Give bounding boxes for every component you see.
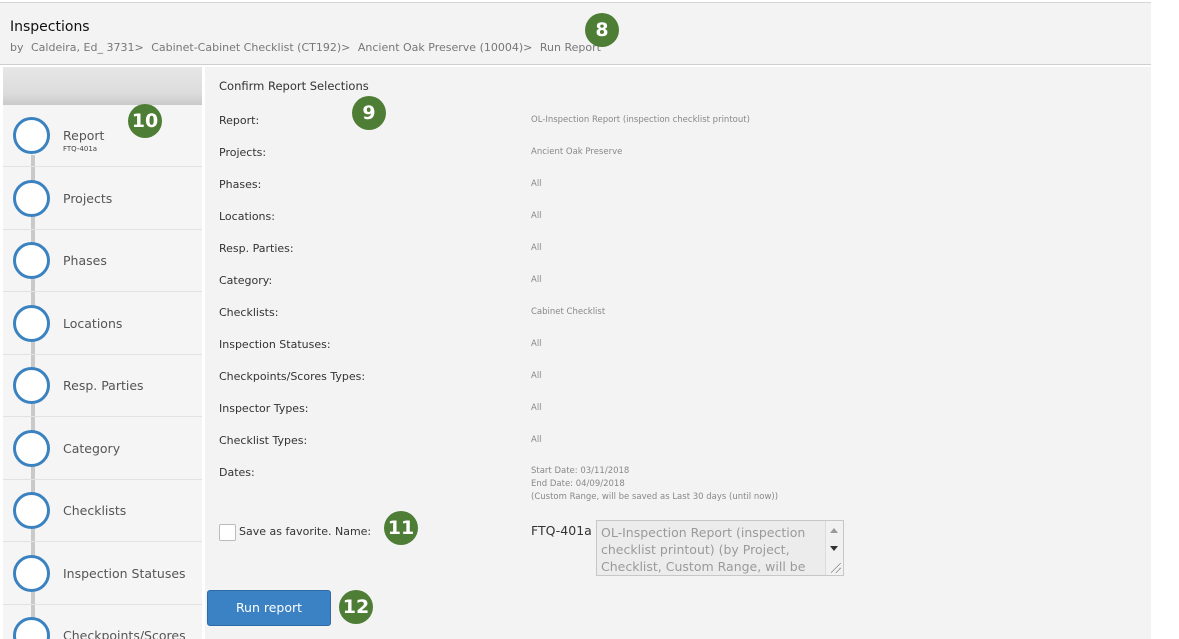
step-checklists[interactable]: Checklists [3, 480, 202, 542]
row-value-locations: All [531, 211, 542, 221]
scroll-up-icon[interactable] [830, 528, 838, 533]
favorite-code: FTQ-401a [531, 523, 592, 538]
end-date: End Date: 04/09/2018 [531, 479, 625, 489]
save-favorite-label: Save as favorite. Name: [239, 525, 372, 538]
row-label-phases: Phases: [219, 178, 262, 191]
page-header: Inspections by Caldeira, Ed_ 3731> Cabin… [0, 3, 1151, 65]
breadcrumb-project[interactable]: Ancient Oak Preserve (10004)> [358, 41, 533, 54]
step-phases[interactable]: Phases [3, 230, 202, 292]
row-label-report: Report: [219, 114, 260, 127]
row-label-inspection-statuses: Inspection Statuses: [219, 338, 331, 351]
favorite-name-text: OL-Inspection Report (inspection checkli… [601, 525, 806, 574]
step-label: Projects [63, 191, 113, 206]
step-sublabel: FTQ-401a [63, 145, 98, 153]
step-circle-icon [13, 117, 50, 154]
breadcrumb-user[interactable]: Caldeira, Ed_ 3731> [31, 41, 144, 54]
row-value-checkpoints-types: All [531, 371, 542, 381]
step-circle-icon [13, 242, 50, 279]
row-label-checklist-types: Checklist Types: [219, 434, 308, 447]
resize-grip-icon[interactable] [831, 563, 841, 573]
wizard-sidebar: Report FTQ-401a Projects Phases Location… [3, 67, 202, 639]
breadcrumb-checklist[interactable]: Cabinet-Cabinet Checklist (CT192)> [151, 41, 350, 54]
date-range-note: (Custom Range, will be saved as Last 30 … [531, 492, 779, 502]
callout-10: 10 [128, 104, 162, 138]
step-label: Checklists [63, 503, 127, 518]
save-favorite-checkbox[interactable] [219, 524, 236, 541]
favorite-name-textarea[interactable]: OL-Inspection Report (inspection checkli… [596, 520, 844, 576]
confirm-panel: Confirm Report Selections Report: OL-Ins… [205, 67, 1151, 639]
step-label: Inspection Statuses [63, 566, 186, 581]
sidebar-header-shade [3, 67, 202, 105]
row-value-category: All [531, 275, 542, 285]
row-value-report: OL-Inspection Report (inspection checkli… [531, 115, 750, 125]
row-label-checkpoints-types: Checkpoints/Scores Types: [219, 370, 366, 383]
callout-9: 9 [352, 96, 386, 130]
row-value-phases: All [531, 179, 542, 189]
step-label: Resp. Parties [63, 378, 144, 393]
row-label-checklists: Checklists: [219, 306, 279, 319]
row-label-dates: Dates: [219, 466, 255, 479]
step-circle-icon [13, 180, 50, 217]
row-label-category: Category: [219, 274, 273, 287]
step-locations[interactable]: Locations [3, 293, 202, 355]
row-label-inspector-types: Inspector Types: [219, 402, 309, 415]
step-circle-icon [13, 555, 50, 592]
callout-11: 11 [384, 511, 418, 545]
row-value-projects: Ancient Oak Preserve [531, 147, 623, 157]
row-value-dates: Start Date: 03/11/2018 End Date: 04/09/2… [531, 465, 778, 504]
row-value-inspection-statuses: All [531, 339, 542, 349]
step-circle-icon [13, 430, 50, 467]
callout-8: 8 [585, 13, 619, 47]
row-label-projects: Projects: [219, 146, 267, 159]
row-label-locations: Locations: [219, 210, 275, 223]
row-value-resp-parties: All [531, 243, 542, 253]
run-report-button[interactable]: Run report [207, 590, 331, 626]
start-date: Start Date: 03/11/2018 [531, 466, 630, 476]
scroll-down-icon[interactable] [830, 546, 838, 551]
panel-heading: Confirm Report Selections [219, 79, 369, 93]
callout-12: 12 [339, 590, 373, 624]
breadcrumb-prefix: by [10, 41, 24, 54]
step-label: Report [63, 128, 105, 143]
row-value-checklists: Cabinet Checklist [531, 307, 606, 317]
step-label: Category [63, 441, 121, 456]
page-title: Inspections [10, 19, 90, 35]
row-value-checklist-types: All [531, 435, 542, 445]
step-label: Checkpoints/Scores [63, 628, 186, 639]
step-circle-icon [13, 492, 50, 529]
step-inspection-statuses[interactable]: Inspection Statuses [3, 543, 202, 605]
step-category[interactable]: Category [3, 418, 202, 480]
step-checkpoints-scores[interactable]: Checkpoints/Scores [3, 605, 202, 639]
row-label-resp-parties: Resp. Parties: [219, 242, 294, 255]
step-circle-icon [13, 617, 50, 639]
step-projects[interactable]: Projects [3, 168, 202, 230]
step-report[interactable]: Report FTQ-401a [3, 105, 202, 167]
step-label: Phases [63, 253, 107, 268]
step-circle-icon [13, 367, 50, 404]
step-label: Locations [63, 316, 123, 331]
breadcrumb: by Caldeira, Ed_ 3731> Cabinet-Cabinet C… [10, 41, 605, 54]
step-circle-icon [13, 305, 50, 342]
row-value-inspector-types: All [531, 403, 542, 413]
step-resp-parties[interactable]: Resp. Parties [3, 355, 202, 417]
